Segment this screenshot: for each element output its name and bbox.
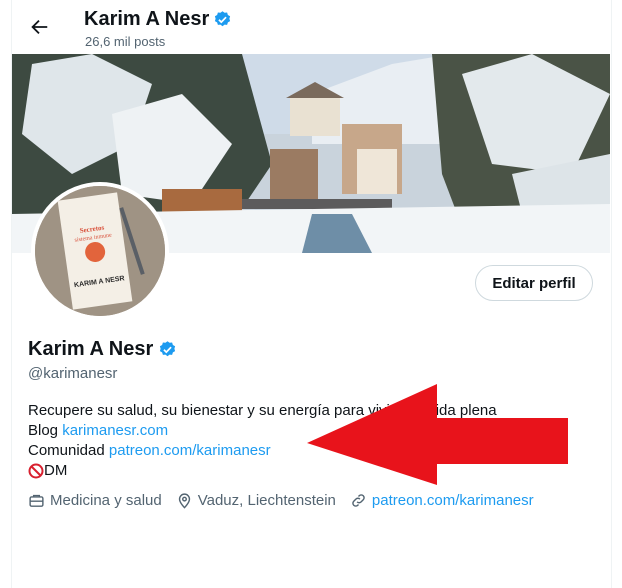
bio-community-label: Comunidad — [28, 442, 109, 459]
profile-meta: Medicina y salud Vaduz, Liechtenstein pa… — [28, 492, 548, 509]
category-item: Medicina y salud — [28, 492, 162, 509]
profile-name: Karim A Nesr — [28, 338, 154, 360]
location-text: Vaduz, Liechtenstein — [197, 492, 336, 509]
header-title: Karim A Nesr — [84, 8, 232, 31]
location-item: Vaduz, Liechtenstein — [176, 492, 336, 509]
bio-blog-label: Blog — [28, 422, 63, 439]
bio-community-line: Comunidad patreon.com/karimanesr — [28, 441, 497, 461]
prohibited-icon — [28, 463, 44, 479]
header-name: Karim A Nesr — [84, 8, 210, 30]
link-icon — [352, 494, 365, 507]
verified-badge-icon[interactable] — [158, 340, 177, 359]
website-link[interactable]: patreon.com/karimanesr — [372, 492, 534, 509]
website-item: patreon.com/karimanesr — [350, 492, 534, 509]
bio-dm-line: DM — [28, 461, 497, 481]
briefcase-icon — [29, 494, 44, 507]
profile-handle: @karimanesr — [28, 365, 118, 382]
location-pin-icon — [178, 493, 190, 509]
bio-blog-line: Blog karimanesr.com — [28, 421, 497, 441]
post-count: 26,6 mil posts — [85, 34, 166, 49]
profile-bio: Recupere su salud, su bienestar y su ene… — [28, 401, 497, 481]
back-arrow-icon[interactable] — [28, 16, 50, 38]
verified-badge-icon[interactable] — [213, 10, 232, 29]
book-photo-image: Secretos sistema inmune KARIM A NESR — [35, 186, 165, 316]
bio-line: Recupere su salud, su bienestar y su ene… — [28, 402, 497, 419]
dm-text: DM — [44, 462, 68, 479]
profile-avatar[interactable]: Secretos sistema inmune KARIM A NESR — [31, 182, 169, 320]
community-link[interactable]: patreon.com/karimanesr — [109, 442, 271, 459]
profile-name-row: Karim A Nesr — [28, 338, 177, 361]
blog-link[interactable]: karimanesr.com — [62, 422, 168, 439]
edit-profile-button[interactable]: Editar perfil — [475, 265, 593, 301]
category-text: Medicina y salud — [50, 492, 162, 509]
